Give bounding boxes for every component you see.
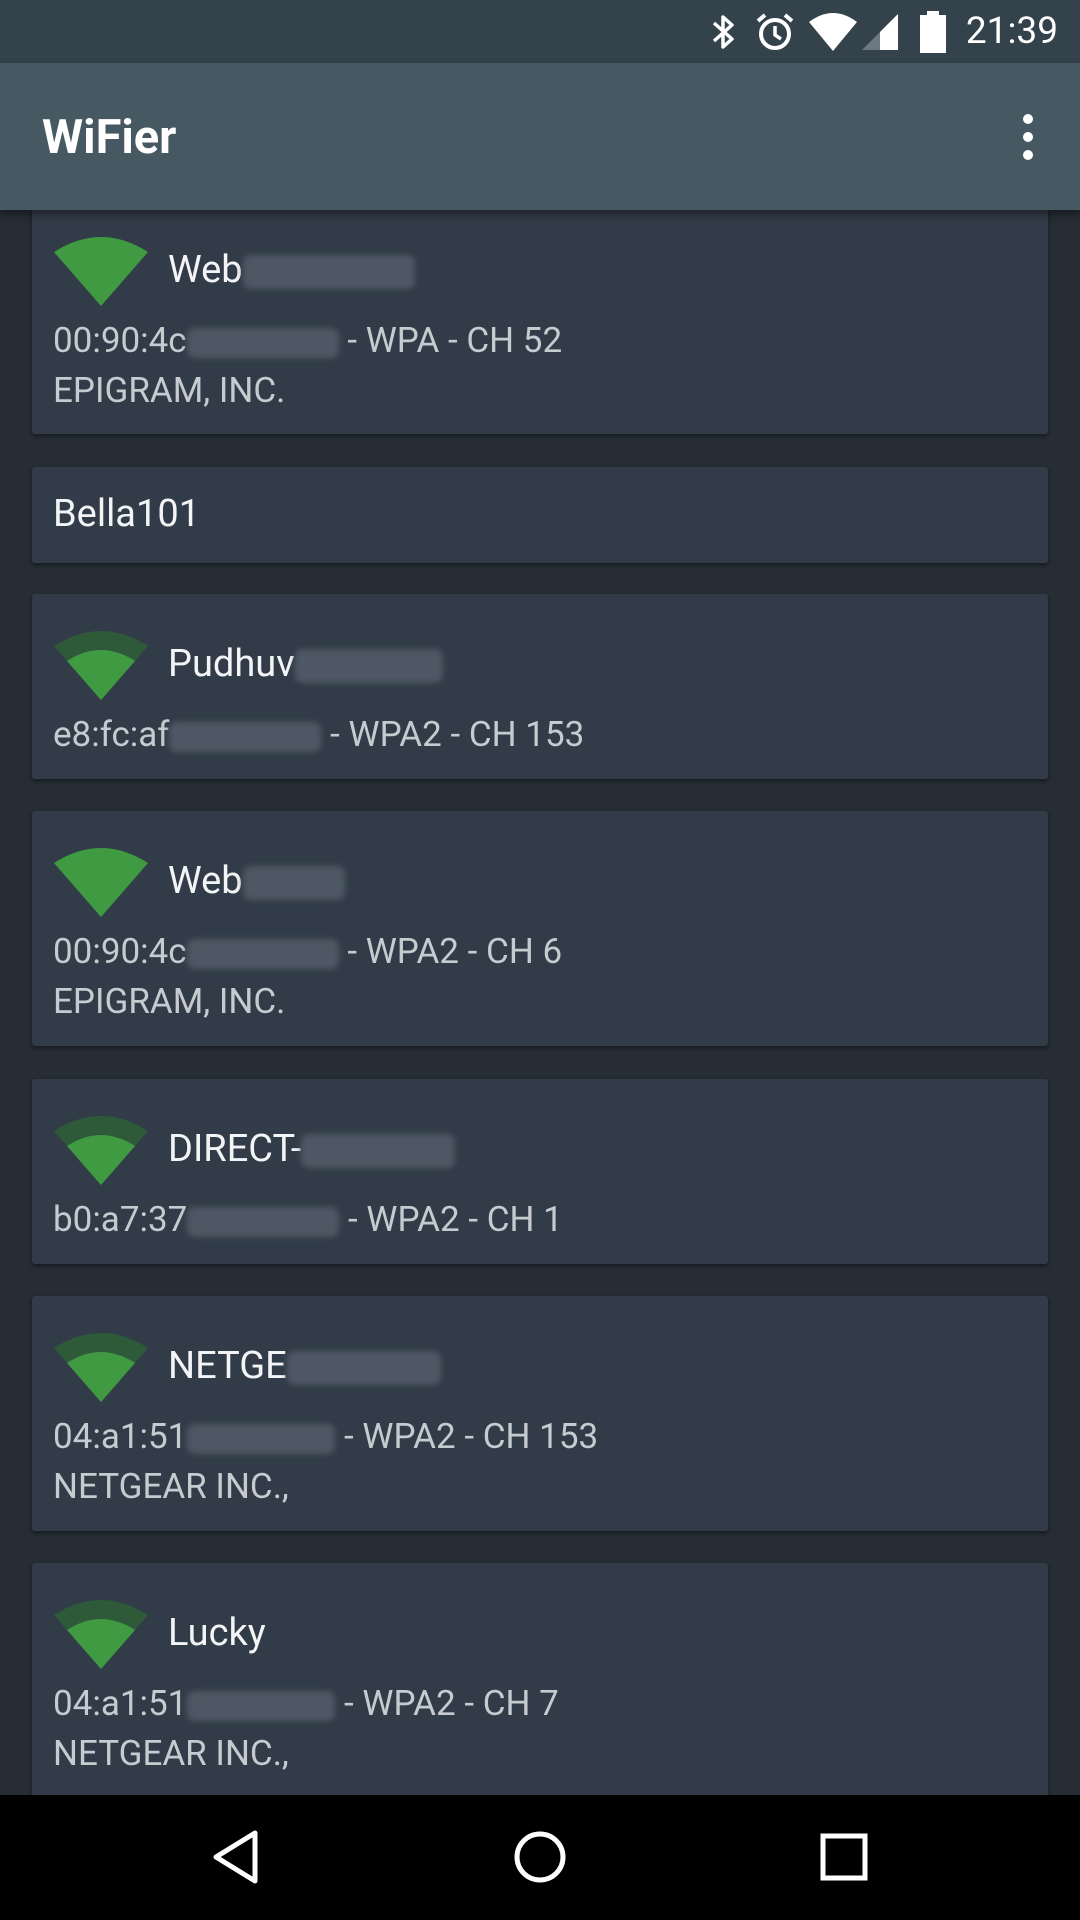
- app-bar: WiFier: [0, 63, 1080, 210]
- network-details: 04:a1:51 - WPA2 - CH 153: [53, 1416, 599, 1457]
- network-card[interactable]: DIRECT- b0:a7:37 - WPA2 - CH 1: [32, 1079, 1048, 1264]
- network-card[interactable]: Pudhuv e8:fc:af - WPA2 - CH 153: [32, 594, 1048, 779]
- app-title: WiFier: [42, 110, 177, 165]
- network-card[interactable]: Bella101: [32, 467, 1048, 563]
- network-ssid: Bella101: [53, 492, 201, 536]
- network-card[interactable]: Web 00:90:4c - WPA - CH 52 EPIGRAM, INC.: [32, 190, 1048, 434]
- network-details: e8:fc:af - WPA2 - CH 153: [53, 714, 585, 755]
- back-icon[interactable]: [196, 1817, 276, 1897]
- wifi-signal-icon: [54, 1333, 148, 1402]
- network-ssid: Lucky: [168, 1611, 266, 1655]
- network-details: 00:90:4c - WPA2 - CH 6: [53, 931, 563, 972]
- network-ssid: Web: [168, 859, 345, 903]
- network-vendor: NETGEAR INC.,: [53, 1466, 289, 1507]
- more-vert-icon[interactable]: [996, 103, 1060, 171]
- wifi-signal-icon: [54, 1116, 148, 1185]
- recents-icon[interactable]: [804, 1817, 884, 1897]
- network-details: 04:a1:51 - WPA2 - CH 7: [53, 1683, 559, 1724]
- network-ssid: DIRECT-: [168, 1127, 456, 1171]
- network-card[interactable]: NETGE 04:a1:51 - WPA2 - CH 153 NETGEAR I…: [32, 1296, 1048, 1531]
- network-vendor: EPIGRAM, INC.: [53, 981, 286, 1022]
- network-details: 00:90:4c - WPA - CH 52: [53, 320, 563, 361]
- network-vendor: EPIGRAM, INC.: [53, 370, 286, 411]
- wifi-signal-icon: [54, 1600, 148, 1669]
- network-card[interactable]: Lucky 04:a1:51 - WPA2 - CH 7 NETGEAR INC…: [32, 1563, 1048, 1795]
- wifi-signal-icon: [54, 631, 148, 700]
- network-list[interactable]: Web 00:90:4c - WPA - CH 52 EPIGRAM, INC.…: [0, 0, 1080, 1795]
- network-card[interactable]: Web 00:90:4c - WPA2 - CH 6 EPIGRAM, INC.: [32, 811, 1048, 1046]
- network-ssid: Pudhuv: [168, 642, 443, 686]
- home-icon[interactable]: [500, 1817, 580, 1897]
- navigation-bar: [0, 1795, 1080, 1920]
- wifi-signal-icon: [54, 848, 148, 917]
- network-ssid: Web: [168, 248, 415, 292]
- network-ssid: NETGE: [168, 1344, 441, 1388]
- wifi-signal-icon: [54, 237, 148, 306]
- network-details: b0:a7:37 - WPA2 - CH 1: [53, 1199, 563, 1240]
- network-vendor: NETGEAR INC.,: [53, 1733, 289, 1774]
